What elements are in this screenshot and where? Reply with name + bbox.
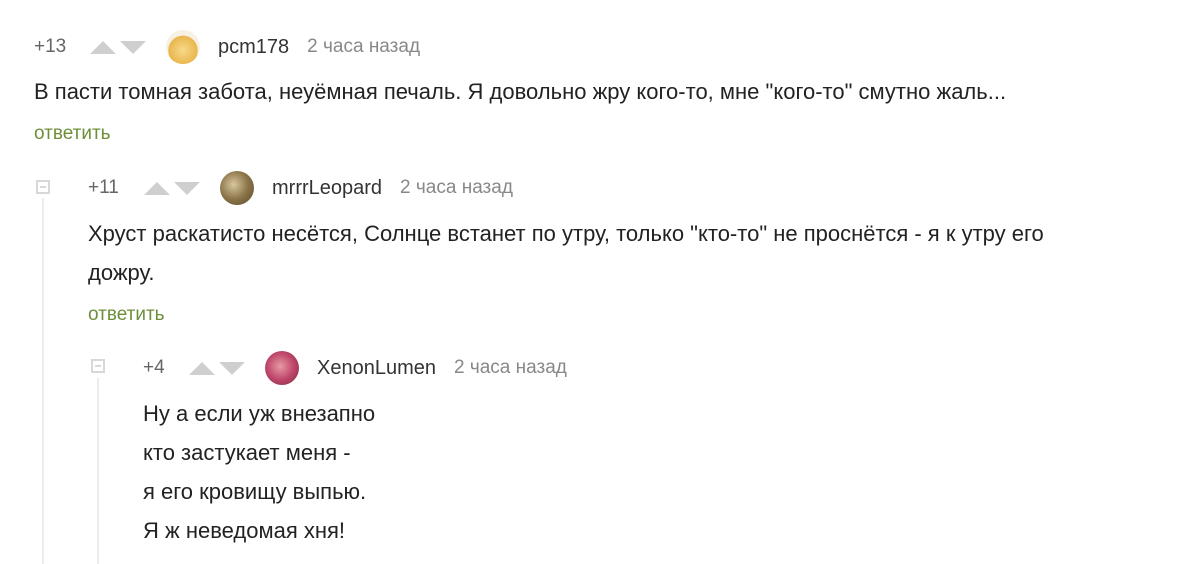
downvote-icon[interactable] bbox=[174, 181, 200, 195]
comment-text-line: я его кровищу выпью. bbox=[143, 479, 367, 504]
comment-text-line: Я ж неведомая хня! bbox=[143, 518, 346, 543]
comment-text-line: кто застукает меня - bbox=[143, 440, 351, 465]
thread-line-level-2[interactable] bbox=[97, 378, 99, 564]
comment-time[interactable]: 2 часа назад bbox=[454, 357, 567, 379]
collapse-thread-button[interactable] bbox=[91, 359, 105, 373]
comment-header: +13 pcm178 2 часа назад bbox=[34, 30, 420, 64]
comment-text: Хруст раскатисто несётся, Солнце встанет… bbox=[88, 214, 1044, 292]
vote-controls bbox=[144, 181, 200, 195]
comment-author[interactable]: XenonLumen bbox=[317, 357, 436, 380]
vote-controls bbox=[189, 361, 245, 375]
comment-text: В пасти томная забота, неуёмная печаль. … bbox=[34, 72, 1006, 111]
comment-text-line: Хруст раскатисто несётся, Солнце встанет… bbox=[88, 221, 1044, 246]
comment-rating: +11 bbox=[88, 177, 119, 198]
downvote-icon[interactable] bbox=[120, 40, 146, 54]
comment-text-line: дожру. bbox=[88, 260, 155, 285]
reply-link[interactable]: ответить bbox=[34, 123, 111, 145]
comment-author[interactable]: pcm178 bbox=[218, 36, 289, 59]
avatar[interactable] bbox=[166, 30, 200, 64]
downvote-icon[interactable] bbox=[219, 361, 245, 375]
upvote-icon[interactable] bbox=[189, 361, 215, 375]
avatar[interactable] bbox=[265, 351, 299, 385]
comment-header: +11 mrrrLeopard 2 часа назад bbox=[88, 171, 513, 205]
comment-rating: +4 bbox=[143, 357, 165, 378]
vote-controls bbox=[90, 40, 146, 54]
comment-header: +4 XenonLumen 2 часа назад bbox=[143, 351, 567, 385]
avatar[interactable] bbox=[220, 171, 254, 205]
comment-time[interactable]: 2 часа назад bbox=[400, 177, 513, 199]
collapse-thread-button[interactable] bbox=[36, 180, 50, 194]
comment-text-line: В пасти томная забота, неуёмная печаль. … bbox=[34, 79, 1007, 104]
comment-author[interactable]: mrrrLeopard bbox=[272, 177, 382, 200]
comment-text-line: Ну а если уж внезапно bbox=[143, 401, 376, 426]
reply-link[interactable]: ответить bbox=[88, 304, 165, 326]
thread-line-level-1[interactable] bbox=[42, 198, 44, 564]
upvote-icon[interactable] bbox=[90, 40, 116, 54]
comment-rating: +13 bbox=[34, 36, 67, 57]
comment-time[interactable]: 2 часа назад bbox=[307, 36, 420, 58]
upvote-icon[interactable] bbox=[144, 181, 170, 195]
comment-text: Ну а если уж внезапно кто застукает меня… bbox=[143, 394, 375, 550]
